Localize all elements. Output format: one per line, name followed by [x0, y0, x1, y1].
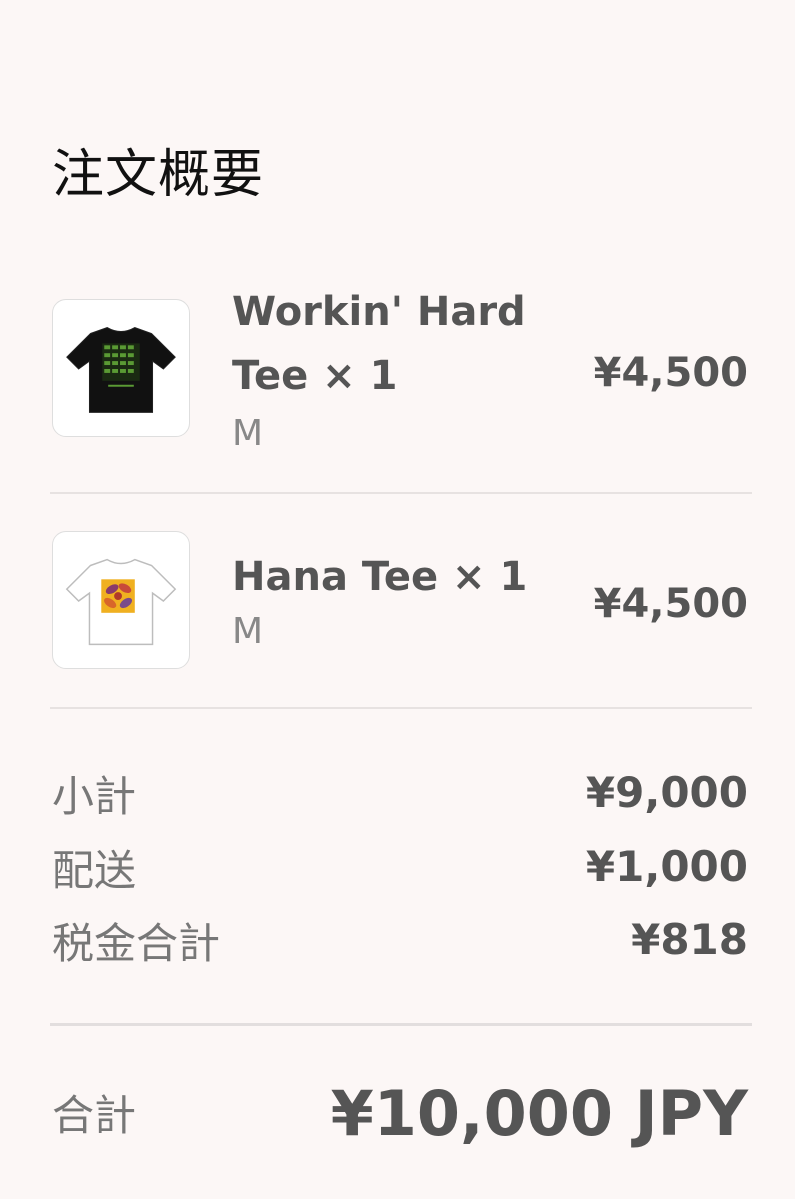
- shipping-value: ¥1,000: [585, 842, 748, 891]
- product-thumbnail[interactable]: [52, 299, 190, 437]
- total-value: ¥10,000 JPY: [330, 1077, 748, 1150]
- product-name: Workin' Hard Tee × 1: [232, 280, 532, 408]
- order-summary-title: 注文概要: [52, 145, 265, 205]
- subtotal-value: ¥9,000: [585, 768, 748, 817]
- product-variant: M: [232, 611, 264, 652]
- product-name-line-1: Workin' Hard: [232, 289, 526, 335]
- divider: [50, 1023, 752, 1026]
- white-tshirt-icon: [65, 558, 177, 646]
- product-name-line-2: Tee × 1: [232, 353, 398, 399]
- divider: [50, 707, 752, 709]
- black-tshirt-icon: [66, 327, 176, 413]
- product-name: Hana Tee × 1: [232, 554, 528, 600]
- total-label: 合計: [52, 1091, 137, 1140]
- product-price: ¥4,500: [593, 350, 748, 396]
- divider: [50, 492, 752, 494]
- tax-value: ¥818: [631, 915, 748, 964]
- product-variant: M: [232, 413, 264, 454]
- subtotal-label: 小計: [52, 772, 137, 821]
- shipping-label: 配送: [52, 846, 137, 895]
- tax-label: 税金合計: [52, 919, 221, 968]
- product-thumbnail[interactable]: [52, 531, 190, 669]
- product-price: ¥4,500: [593, 581, 748, 627]
